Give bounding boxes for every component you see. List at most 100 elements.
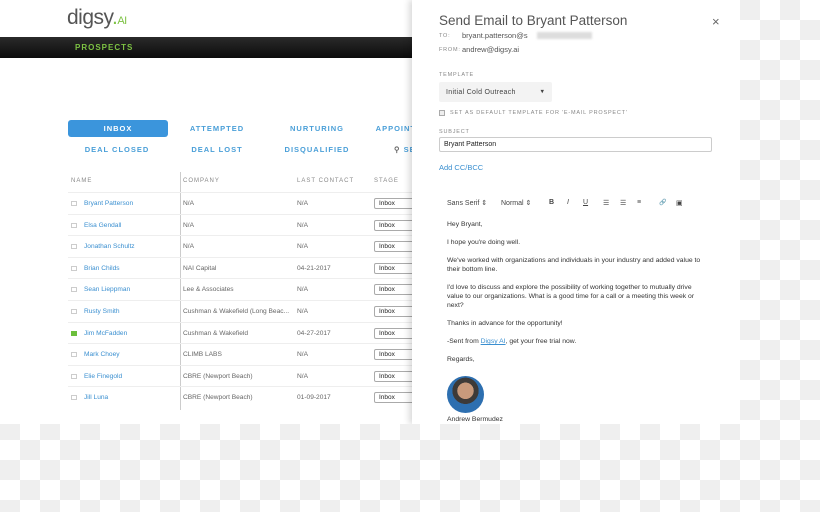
company: CBRE (Newport Beach) — [183, 394, 253, 402]
last-contact: N/A — [297, 351, 308, 359]
company: CBRE (Newport Beach) — [183, 372, 253, 380]
table-row[interactable]: Jonathan Schultz N/A N/A Inbox — [68, 235, 424, 257]
flag-icon[interactable] — [71, 309, 77, 314]
last-contact: 04-21-2017 — [297, 264, 331, 272]
flag-icon[interactable] — [71, 373, 77, 379]
last-contact: N/A — [297, 200, 308, 207]
tab-deal-closed[interactable]: DEAL CLOSED — [67, 145, 167, 154]
sent-post: , get your free trial now. — [505, 338, 577, 345]
table-row[interactable]: Sean Lieppman Lee & Associates N/A Inbox — [68, 278, 424, 300]
sent-from-line: -Sent from Digsy AI, get your free trial… — [447, 337, 707, 346]
paragraph: I hope you're doing well. — [447, 239, 521, 246]
prospect-name[interactable]: Jill Luna — [84, 394, 108, 401]
tab-inbox[interactable]: INBOX — [68, 120, 168, 137]
company: N/A — [183, 221, 194, 229]
last-contact: N/A — [297, 372, 308, 380]
prospect-name[interactable]: Jim McFadden — [84, 330, 127, 337]
greeting: Hey Bryant, — [447, 221, 483, 228]
paragraph: Thanks in advance for the opportunity! — [447, 320, 563, 327]
to-label: TO: — [439, 33, 451, 39]
size-select[interactable]: Normal ⇕ — [501, 199, 531, 207]
underline-icon[interactable]: U — [583, 199, 588, 206]
tab-nurturing[interactable]: NURTURING — [267, 124, 367, 133]
email-body[interactable]: Hey Bryant, I hope you're doing well. We… — [447, 220, 707, 373]
flag-icon[interactable] — [71, 222, 77, 228]
last-contact: 01-09-2017 — [297, 394, 331, 402]
subject-label: SUBJECT — [439, 129, 470, 135]
nav-prospects[interactable]: PROSPECTS — [75, 43, 133, 52]
flag-icon[interactable] — [71, 265, 77, 271]
digsy-link[interactable]: Digsy AI — [481, 338, 506, 345]
redacted-email — [537, 32, 592, 39]
last-contact: N/A — [297, 308, 308, 315]
prospect-name[interactable]: Jonathan Schultz — [84, 243, 135, 250]
table-row[interactable]: Bryant Patterson N/A N/A Inbox — [68, 192, 424, 214]
company: NAI Capital — [183, 264, 217, 272]
template-label: TEMPLATE — [439, 72, 475, 78]
tab-appointment[interactable]: APPOINT — [356, 124, 416, 133]
subject-input[interactable]: Bryant Patterson — [439, 137, 712, 152]
tab-deal-lost[interactable]: DEAL LOST — [167, 145, 267, 154]
avatar — [447, 376, 484, 413]
italic-icon[interactable]: I — [567, 199, 569, 206]
table-row[interactable]: Elsa Gendall N/A N/A Inbox — [68, 213, 424, 236]
flag-icon[interactable] — [71, 330, 77, 336]
font-select[interactable]: Sans Serif ⇕ — [447, 199, 487, 207]
tab-disqualified[interactable]: DISQUALIFIED — [267, 145, 367, 154]
align-icon[interactable]: ≡ — [637, 199, 641, 206]
logo-text: digsy — [67, 6, 112, 29]
prospect-name[interactable]: Brian Childs — [84, 265, 120, 272]
prospect-name[interactable]: Elsa Gendall — [84, 222, 121, 229]
col-last-contact[interactable]: LAST CONTACT — [297, 178, 354, 184]
default-template-checkbox[interactable] — [439, 110, 445, 116]
nav-bar: PROSPECTS — [0, 37, 420, 58]
send-email-modal: Send Email to Bryant Patterson × TO: bry… — [412, 0, 740, 424]
prospect-name[interactable]: Elie Finegold — [84, 373, 122, 380]
search-icon: ⚲ — [394, 145, 404, 154]
bullet-list-icon[interactable]: ☰ — [620, 199, 626, 207]
company: Lee & Associates — [183, 286, 234, 294]
prospect-name[interactable]: Bryant Patterson — [84, 200, 133, 207]
prospect-name[interactable]: Rusty Smith — [84, 308, 120, 315]
paragraph: We've worked with organizations and indi… — [447, 257, 701, 273]
col-company[interactable]: COMPANY — [183, 178, 220, 184]
table-row[interactable]: Brian Childs NAI Capital 04-21-2017 Inbo… — [68, 256, 424, 279]
flag-icon[interactable] — [71, 201, 77, 206]
table-row[interactable]: Mark Choey CLIMB LABS N/A Inbox — [68, 343, 424, 365]
flag-icon[interactable] — [71, 244, 77, 250]
table-row[interactable]: Jim McFadden Cushman & Wakefield 04-27-2… — [68, 321, 424, 344]
image-icon[interactable]: ▣ — [676, 199, 683, 207]
table-row[interactable]: Rusty Smith Cushman & Wakefield (Long Be… — [68, 300, 424, 322]
last-contact: 04-27-2017 — [297, 329, 331, 337]
logo[interactable]: digsy.AI — [67, 6, 127, 30]
link-icon[interactable]: 🔗 — [659, 199, 666, 206]
company: CLIMB LABS — [183, 351, 222, 359]
last-contact: N/A — [297, 243, 308, 251]
regards: Regards, — [447, 356, 475, 363]
close-icon[interactable]: × — [712, 14, 720, 29]
tab-attempted[interactable]: ATTEMPTED — [167, 124, 267, 133]
to-value: bryant.patterson@s — [462, 31, 528, 40]
signature-name: Andrew Bermudez — [447, 416, 503, 423]
flag-icon[interactable] — [71, 395, 77, 401]
col-name[interactable]: NAME — [71, 178, 92, 184]
prospect-name[interactable]: Mark Choey — [84, 351, 120, 358]
table-row[interactable]: Jill Luna CBRE (Newport Beach) 01-09-201… — [68, 386, 424, 408]
table-row[interactable]: Elie Finegold CBRE (Newport Beach) N/A I… — [68, 364, 424, 387]
template-select[interactable]: Initial Cold Outreach ▾ — [439, 82, 552, 102]
flag-icon[interactable] — [71, 352, 77, 358]
ordered-list-icon[interactable]: ☰ — [603, 199, 609, 207]
caret-down-icon: ▾ — [540, 89, 544, 95]
company: Cushman & Wakefield — [183, 329, 248, 337]
sent-pre: -Sent from — [447, 338, 481, 345]
last-contact: N/A — [297, 221, 308, 229]
prospect-name[interactable]: Sean Lieppman — [84, 286, 130, 293]
from-value: andrew@digsy.ai — [462, 45, 520, 54]
add-cc-bcc-link[interactable]: Add CC/BCC — [439, 163, 483, 172]
last-contact: N/A — [297, 286, 308, 294]
logo-suffix: AI — [117, 15, 127, 27]
bold-icon[interactable]: B — [549, 199, 554, 206]
template-value: Initial Cold Outreach — [446, 89, 516, 96]
flag-icon[interactable] — [71, 287, 77, 293]
col-stage[interactable]: STAGE — [374, 178, 399, 184]
